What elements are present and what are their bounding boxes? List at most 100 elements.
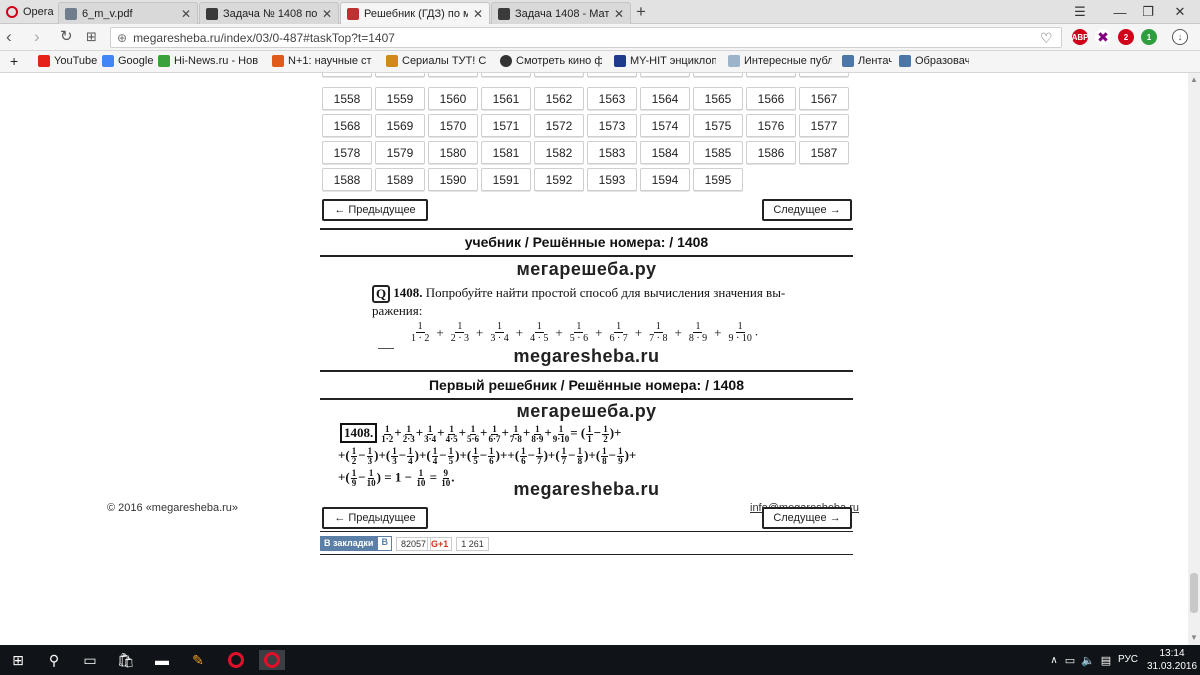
bookmark-hinews[interactable]: Hi-News.ru - Новости: [158, 55, 258, 67]
number-cell[interactable]: 1566: [746, 87, 796, 110]
opera-menu-button[interactable]: Opera: [0, 0, 55, 24]
url-field[interactable]: ⊕ megaresheba.ru/index/03/0-487#taskTop?…: [110, 27, 1062, 48]
number-cell[interactable]: 1576: [746, 114, 796, 137]
tab-0[interactable]: 6_m_v.pdf ✕: [58, 2, 198, 24]
number-cell[interactable]: 1574: [640, 114, 690, 137]
number-cell-partial[interactable]: [587, 73, 637, 77]
tab-2-active[interactable]: Решебник (ГДЗ) по математике ✕: [340, 2, 490, 25]
add-bookmark-button[interactable]: +: [10, 53, 18, 69]
tab-1[interactable]: Задача № 1408 по математике ✕: [199, 2, 339, 24]
number-cell[interactable]: 1582: [534, 141, 584, 164]
prev-button-bottom[interactable]: ← Предыдущее: [322, 507, 428, 529]
notification-icon[interactable]: ▤: [1096, 650, 1116, 670]
volume-icon[interactable]: 🔈: [1078, 650, 1098, 670]
tab-close-icon[interactable]: ✕: [322, 7, 332, 21]
adblock-icon[interactable]: ABP: [1072, 29, 1088, 45]
number-cell[interactable]: 1565: [693, 87, 743, 110]
bookmark-kino[interactable]: Смотреть кино фильмы: [500, 55, 602, 67]
vertical-scrollbar[interactable]: ▲ ▼: [1188, 73, 1200, 645]
clock-time[interactable]: 13:14: [1152, 648, 1192, 659]
tab-menu-icon[interactable]: ☰: [1060, 0, 1100, 24]
bookmark-nplus1[interactable]: N+1: научные статьи: [272, 55, 372, 67]
number-cell[interactable]: 1572: [534, 114, 584, 137]
download-icon[interactable]: ↓: [1172, 29, 1188, 45]
tab-close-icon[interactable]: ✕: [473, 7, 483, 21]
extension-badge-icon[interactable]: 2: [1118, 29, 1134, 45]
number-cell[interactable]: 1594: [640, 168, 690, 191]
number-cell[interactable]: 1580: [428, 141, 478, 164]
number-cell[interactable]: 1578: [322, 141, 372, 164]
store-icon[interactable]: 🛍: [116, 650, 136, 670]
number-cell-partial[interactable]: [799, 73, 849, 77]
number-cell[interactable]: 1563: [587, 87, 637, 110]
number-cell[interactable]: 1579: [375, 141, 425, 164]
number-cell[interactable]: 1558: [322, 87, 372, 110]
number-cell[interactable]: 1592: [534, 168, 584, 191]
number-cell[interactable]: 1567: [799, 87, 849, 110]
number-cell[interactable]: 1589: [375, 168, 425, 191]
language-indicator[interactable]: РУС: [1118, 654, 1138, 665]
number-cell[interactable]: 1591: [481, 168, 531, 191]
number-cell[interactable]: 1586: [746, 141, 796, 164]
number-cell-partial[interactable]: [322, 73, 372, 77]
number-cell-partial[interactable]: [481, 73, 531, 77]
opera-taskbar-icon[interactable]: [226, 650, 246, 670]
bookmark-myhit[interactable]: MY-HIT энциклопедия: [614, 55, 716, 67]
bookmark-youtube[interactable]: YouTube: [38, 55, 98, 67]
number-cell[interactable]: 1561: [481, 87, 531, 110]
number-cell[interactable]: 1569: [375, 114, 425, 137]
gplus-widget[interactable]: G+1 1 261: [427, 536, 489, 551]
number-cell[interactable]: 1581: [481, 141, 531, 164]
prev-button[interactable]: ← Предыдущее: [322, 199, 428, 221]
close-window-icon[interactable]: ✕: [1160, 0, 1200, 24]
bookmark-serialy[interactable]: Сериалы ТУТ! Сериалы: [386, 55, 486, 67]
scroll-down-icon[interactable]: ▼: [1190, 633, 1198, 642]
bookmark-lentach[interactable]: Лентач: [842, 55, 892, 67]
tab-3[interactable]: Задача 1408 - Математика ✕: [491, 2, 631, 24]
number-cell-partial[interactable]: [746, 73, 796, 77]
vk-bookmark-widget[interactable]: В закладки B 82057: [320, 536, 431, 551]
task-view-icon[interactable]: ▭: [80, 650, 100, 670]
number-cell-partial[interactable]: [428, 73, 478, 77]
extension-shield-icon[interactable]: 1: [1141, 29, 1157, 45]
clock-date[interactable]: 31.03.2016: [1144, 661, 1200, 672]
number-cell-partial[interactable]: [534, 73, 584, 77]
number-cell[interactable]: 1587: [799, 141, 849, 164]
number-cell[interactable]: 1568: [322, 114, 372, 137]
search-icon[interactable]: ⚲: [44, 650, 64, 670]
bookmark-google[interactable]: Google: [102, 55, 157, 67]
tab-close-icon[interactable]: ✕: [614, 7, 624, 21]
next-button-bottom[interactable]: Следущее →: [762, 507, 852, 529]
number-cell-partial[interactable]: [693, 73, 743, 77]
new-tab-button[interactable]: +: [636, 2, 646, 22]
number-cell-partial[interactable]: [640, 73, 690, 77]
scrollbar-thumb[interactable]: [1190, 573, 1198, 613]
number-cell[interactable]: 1571: [481, 114, 531, 137]
heart-icon[interactable]: ♡: [1040, 28, 1053, 48]
number-cell[interactable]: 1575: [693, 114, 743, 137]
tab-close-icon[interactable]: ✕: [181, 7, 191, 21]
number-cell[interactable]: 1583: [587, 141, 637, 164]
speed-dial-icon[interactable]: ⊞: [86, 27, 97, 47]
scroll-up-icon[interactable]: ▲: [1190, 75, 1198, 84]
number-cell-partial[interactable]: [375, 73, 425, 77]
number-cell[interactable]: 1560: [428, 87, 478, 110]
number-cell[interactable]: 1570: [428, 114, 478, 137]
back-icon[interactable]: ‹: [6, 27, 12, 47]
network-icon[interactable]: ▭: [1060, 650, 1080, 670]
windows-start-icon[interactable]: ⊞: [8, 650, 28, 670]
extension-x-icon[interactable]: ✖: [1095, 29, 1111, 45]
number-cell[interactable]: 1593: [587, 168, 637, 191]
number-cell[interactable]: 1584: [640, 141, 690, 164]
number-cell[interactable]: 1559: [375, 87, 425, 110]
bookmark-obrazovach[interactable]: Образовач: [899, 55, 969, 67]
number-cell[interactable]: 1585: [693, 141, 743, 164]
number-cell[interactable]: 1588: [322, 168, 372, 191]
opera-active-icon[interactable]: [259, 650, 285, 670]
number-cell[interactable]: 1595: [693, 168, 743, 191]
forward-icon[interactable]: ›: [34, 27, 40, 47]
number-cell[interactable]: 1573: [587, 114, 637, 137]
number-cell[interactable]: 1577: [799, 114, 849, 137]
number-cell[interactable]: 1590: [428, 168, 478, 191]
paint-icon[interactable]: ✎: [188, 650, 208, 670]
